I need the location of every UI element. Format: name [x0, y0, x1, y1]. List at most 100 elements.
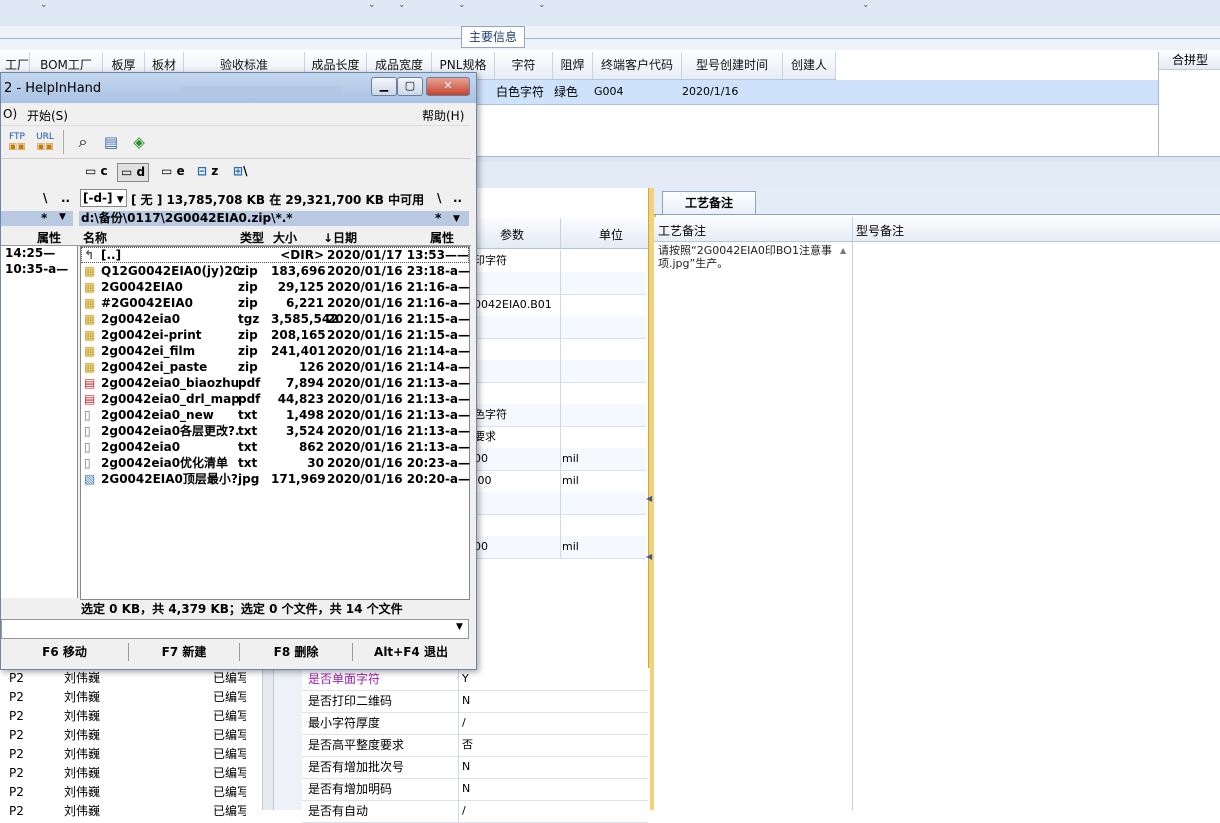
property-row[interactable]: 是否有自动 / [302, 800, 648, 823]
chevron-down-icon[interactable]: ▼ [453, 212, 460, 227]
chevron-down-icon[interactable]: ⌄ [862, 0, 870, 10]
chevron-down-icon[interactable]: ▼ [59, 212, 66, 222]
col-header[interactable]: 终端客户代码 [593, 52, 682, 79]
chevron-down-icon[interactable]: ▼ [456, 622, 463, 632]
col-date[interactable]: ↓日期 [323, 229, 357, 246]
params-row[interactable] [470, 316, 646, 339]
file-row[interactable]: ▧ 2G0042EIA0顶层最小?.. jpg 171,969 2020/01/16 2… [81, 471, 470, 487]
minimize-icon[interactable]: ▁ [371, 77, 397, 96]
drive-e-button[interactable]: ▭ e [161, 163, 185, 180]
section-tab-main-info[interactable]: 主要信息 [461, 26, 525, 48]
menu-item-prev[interactable]: O) [3, 107, 17, 121]
f6-move-button[interactable]: F6 移动 [1, 643, 129, 661]
col-attr[interactable]: 属性 [430, 229, 454, 246]
right-file-panel[interactable]: ↰ [..] <DIR> 2020/01/17 13:53—— ▦ Q12G0042EIA… [80, 246, 470, 600]
url-icon[interactable]: URL ▣▣ [35, 132, 55, 152]
calculator-icon[interactable]: ▤ [101, 132, 121, 152]
col-header[interactable]: 阻焊 [553, 52, 593, 79]
chevron-down-icon[interactable]: ⌄ [458, 0, 466, 10]
params-row[interactable]: 0042EIA0.B01 [470, 294, 646, 317]
params-row[interactable]: 色字符 [470, 404, 646, 427]
combine-pane-header[interactable]: 合拼型 [1159, 52, 1220, 70]
f8-delete-button[interactable]: F8 删除 [240, 643, 353, 661]
binoculars-icon[interactable]: ⌕ [73, 132, 93, 152]
left-path-field[interactable]: * ▼ [1, 211, 73, 226]
left-col-attr[interactable]: 属性 [37, 229, 61, 246]
params-row[interactable]: 00 mil [470, 536, 646, 559]
file-manager-window[interactable]: 2 - HelpInHand ▁ ▢ ✕ O) 开始(S) 帮助(H) FTP ▣… [0, 72, 477, 670]
col-name[interactable]: 名称 [83, 229, 107, 246]
file-row[interactable]: ▯ 2g0042eia0 txt 862 2020/01/16 21:13-a— [81, 439, 470, 455]
chevron-down-icon[interactable]: ⌄ [40, 0, 48, 10]
tab-craft-notes[interactable]: 工艺备注 [662, 191, 756, 214]
menu-item-start[interactable]: 开始(S) [27, 107, 68, 124]
file-row[interactable]: ▤ 2g0042eia0_drl_map pdf 44,823 2020/01/16 2… [81, 391, 470, 407]
col-header[interactable]: 创建人 [783, 52, 836, 79]
col-header[interactable]: 字符 [495, 52, 553, 79]
file-row[interactable]: ▤ 2g0042eia0_biaozhu pdf 7,894 2020/01/16 21… [81, 375, 470, 391]
col-size[interactable]: 大小 [273, 229, 297, 246]
chevron-down-icon[interactable]: ⌄ [538, 0, 546, 10]
list-item[interactable]: 14:25— [5, 246, 55, 260]
params-row[interactable]: 要求 [470, 426, 646, 449]
params-row[interactable] [470, 360, 646, 383]
window-titlebar[interactable]: 2 - HelpInHand ▁ ▢ ✕ [1, 73, 476, 103]
root-button[interactable]: \ [437, 191, 441, 205]
property-row[interactable]: 是否有增加批次号 N [302, 756, 648, 779]
property-row[interactable]: 是否单面字符 Y [302, 668, 648, 691]
params-row[interactable]: 00 mil [470, 448, 646, 471]
col-header-unit[interactable]: 单位 [599, 226, 623, 243]
property-row[interactable]: 是否打印二维码 N [302, 690, 648, 713]
chevron-down-icon[interactable]: ⌄ [368, 0, 376, 10]
left-root-button[interactable]: \ [43, 191, 47, 205]
params-row[interactable] [470, 492, 646, 515]
splitter-arrow-icon[interactable]: ◀ [646, 552, 652, 561]
file-row[interactable]: ▯ 2g0042eia0优化清单 txt 30 2020/01/16 20:23-a— [81, 455, 470, 471]
params-row[interactable] [470, 338, 646, 361]
col-type[interactable]: 类型 [240, 229, 264, 246]
property-row[interactable]: 最小字符厚度 / [302, 712, 648, 735]
file-row[interactable]: ▦ 2g0042ei_film zip 241,401 2020/01/16 21:14… [81, 343, 470, 359]
params-row[interactable] [470, 382, 646, 405]
ftp-icon[interactable]: FTP ▣▣ [7, 132, 27, 152]
close-icon[interactable]: ✕ [426, 77, 470, 96]
drive-c-button[interactable]: ▭ c [85, 163, 108, 180]
command-line-input[interactable]: ▼ [1, 619, 469, 639]
col-header-param[interactable]: 参数 [500, 226, 524, 243]
drive-select[interactable]: [-d-] ▼ [80, 189, 127, 207]
chevron-down-icon[interactable]: ⌄ [398, 0, 406, 10]
file-row[interactable]: ▦ 2g0042ei-print zip 208,165 2020/01/16 21:1… [81, 327, 470, 343]
file-row[interactable]: ▦ #2G0042EIA0 zip 6,221 2020/01/16 21:16-a— [81, 295, 470, 311]
compare-icon[interactable]: ◈ [129, 132, 149, 152]
property-row[interactable]: 是否有增加明码 N [302, 778, 648, 801]
updir-button[interactable]: .. [453, 191, 462, 205]
col-header[interactable]: 型号创建时间 [682, 52, 783, 79]
drive-d-button[interactable]: ▭ d [117, 163, 150, 182]
menu-item-help[interactable]: 帮助(H) [422, 107, 464, 124]
file-row[interactable]: ↰ [..] <DIR> 2020/01/17 13:53—— [81, 247, 469, 263]
params-row[interactable]: 印字符 [470, 250, 646, 273]
scroll-up-icon[interactable]: ▲ [840, 246, 846, 255]
current-path[interactable]: d:\备份\0117\2G0042EIA0.zip\*.* * ▼ [79, 211, 469, 226]
property-row[interactable]: 是否高平整度要求 否 [302, 734, 648, 757]
file-row[interactable]: ▦ 2g0042eia0 tgz 3,585,542 2020/01/16 21:15-… [81, 311, 470, 327]
maximize-icon[interactable]: ▢ [397, 77, 423, 96]
left-updir-button[interactable]: .. [61, 191, 70, 205]
exit-button[interactable]: Alt+F4 退出 [353, 643, 469, 661]
col-header-craft-note[interactable]: 工艺备注 [658, 222, 706, 239]
file-row[interactable]: ▯ 2g0042eia0各层更改?.. txt 3,524 2020/01/16 21:… [81, 423, 470, 439]
list-item[interactable]: 10:35-a— [5, 262, 68, 276]
params-row[interactable] [470, 272, 646, 295]
file-row[interactable]: ▯ 2g0042eia0_new txt 1,498 2020/01/16 21:13-… [81, 407, 470, 423]
craft-note-text[interactable]: 请按照“2G0042EIA0印BO1注意事项.jpg”生产。 [658, 244, 836, 270]
network-button[interactable]: ⊞\ [233, 163, 247, 180]
params-row[interactable] [470, 514, 646, 537]
file-row[interactable]: ▦ Q12G0042EIA0(jy)20...zip 183,6962020/01/… [81, 263, 470, 279]
col-header-model-note[interactable]: 型号备注 [856, 222, 904, 239]
splitter-arrow-icon[interactable]: ◀ [646, 494, 652, 503]
params-row[interactable]: .00 mil [470, 470, 646, 493]
file-row[interactable]: ▦ 2g0042ei_paste zip 126 2020/01/16 21:14-a— [81, 359, 470, 375]
file-row[interactable]: ▦ 2G0042EIA0 zip 29,125 2020/01/16 21:16-a— [81, 279, 470, 295]
left-file-panel[interactable]: 14:25— 10:35-a— [1, 246, 78, 598]
f7-new-button[interactable]: F7 新建 [129, 643, 240, 661]
